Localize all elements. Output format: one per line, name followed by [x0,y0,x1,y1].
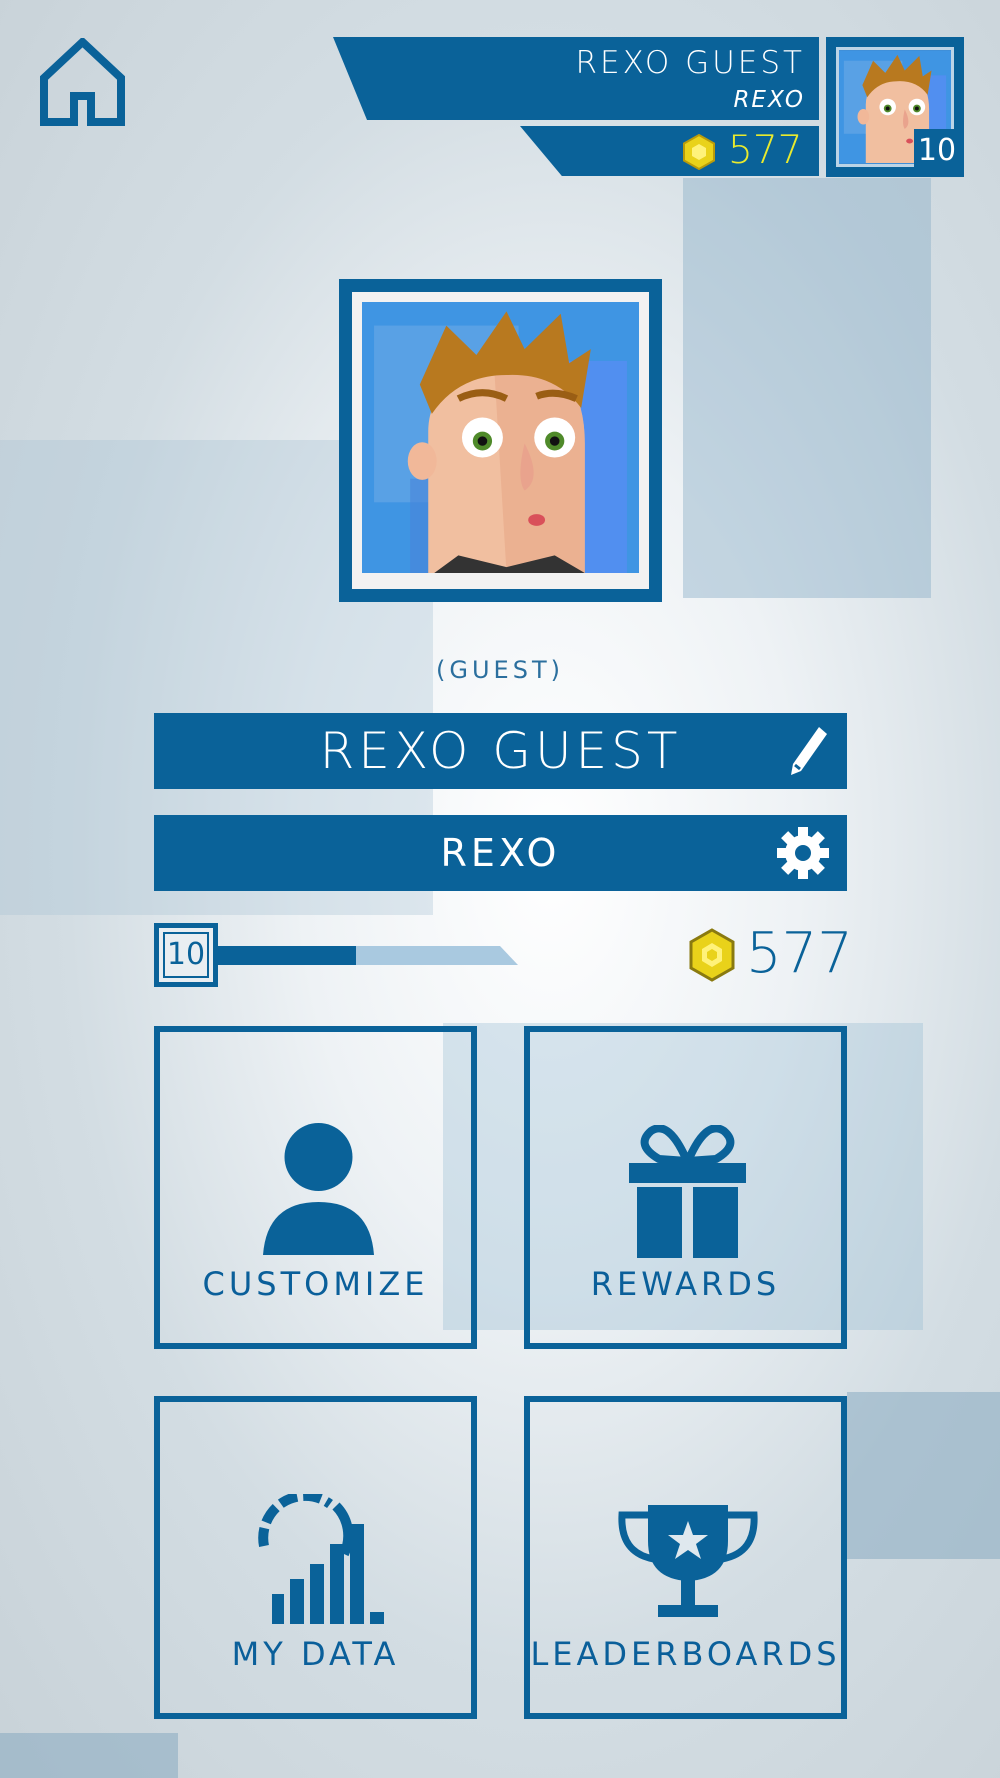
bg-block [0,1733,178,1778]
avatar-mat [352,292,649,589]
edit-name-button[interactable]: REXO GUEST [154,713,847,789]
coin-count: 577 [746,921,853,986]
coin-icon [683,134,715,170]
player-avatar-button[interactable]: 10 [826,37,964,177]
gear-icon [777,827,829,879]
bg-block [847,1392,1000,1559]
gift-icon [629,1125,746,1258]
level-indicator: 10 [154,923,218,987]
my-data-tile[interactable]: MY DATA [154,1396,477,1719]
trophy-icon [618,1505,758,1617]
bg-block [683,178,931,598]
player-banner: REXO GUEST REXO [333,37,819,120]
player-name-display: REXO GUEST [319,722,682,780]
team-settings-button[interactable]: REXO [154,815,847,891]
person-icon [263,1123,374,1255]
leaderboards-label: LEADERBOARDS [530,1635,841,1673]
avatar-portrait [362,302,639,573]
guest-status-label: (GUEST) [436,656,564,684]
team-name: REXO [733,87,805,113]
xp-progress-fill [218,946,356,965]
coin-count: 577 [728,128,803,173]
coin-banner: 577 [520,126,819,176]
customize-label: CUSTOMIZE [202,1265,429,1303]
xp-progress-bar [218,946,518,965]
my-data-label: MY DATA [231,1635,400,1673]
home-icon [40,36,125,126]
profile-avatar[interactable] [339,279,662,602]
team-name-display: REXO [440,831,561,875]
coin-icon [689,928,735,982]
chart-icon [258,1494,384,1624]
leaderboards-tile[interactable]: LEADERBOARDS [524,1396,847,1719]
character-portrait [362,302,639,573]
level-badge: 10 [914,129,960,173]
player-name: REXO GUEST [575,45,805,81]
rewards-tile[interactable]: REWARDS [524,1026,847,1349]
customize-tile[interactable]: CUSTOMIZE [154,1026,477,1349]
level-number: 10 [163,932,209,978]
rewards-label: REWARDS [590,1265,781,1303]
pencil-icon [791,727,827,775]
home-button[interactable] [40,36,125,126]
